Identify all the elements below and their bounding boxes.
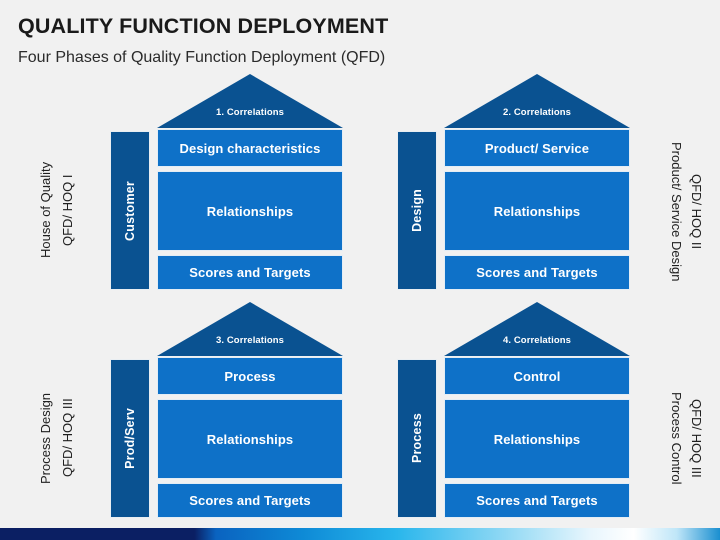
phase-label-psd-line1: Product/ Service Design [669,141,684,282]
phase-label-product-service-design: Product/ Service Design [668,124,684,299]
house-4-block-top[interactable]: Control [444,357,630,395]
roof-triangle-icon [444,302,630,356]
house-1-sidebar[interactable]: Customer [110,131,150,290]
phase-label-house-of-quality-sub: QFD/ HOQ I [60,130,76,290]
house-2-sidebar-label: Design [410,189,424,232]
slide-canvas: QUALITY FUNCTION DEPLOYMENT Four Phases … [0,0,720,540]
house-4-roof: 4. Correlations [444,302,630,356]
page-subtitle: Four Phases of Quality Function Deployme… [18,49,386,66]
house-1-block-bottom[interactable]: Scores and Targets [157,255,343,290]
phase-label-hoq-line2: QFD/ HOQ I [60,174,75,246]
house-3-sidebar-label: Prod/Serv [123,408,137,469]
house-2-sidebar[interactable]: Design [397,131,437,290]
house-1-block-top[interactable]: Design characteristics [157,129,343,167]
house-1-block-top-label: Design characteristics [179,140,321,156]
house-4-block-top-label: Control [513,368,561,384]
house-2-block-top-label: Product/ Service [484,140,590,156]
house-4-block-bottom[interactable]: Scores and Targets [444,483,630,518]
house-2-block-bottom-label: Scores and Targets [476,265,598,280]
roof-triangle-icon [157,74,343,128]
phase-label-process-design-sub: QFD/ HOQ III [60,358,76,518]
house-2-roof: 2. Correlations [444,74,630,128]
phase-label-process-control-sub: QFD/ HOQ III [688,358,704,518]
phase-label-hoq-line1: House of Quality [38,161,53,259]
house-3-block-middle[interactable]: Relationships [157,399,343,479]
phase-label-house-of-quality: House of Quality [38,130,54,290]
phase-label-pd-line2: QFD/ HOQ III [60,398,75,478]
house-2-block-middle-label: Relationships [493,203,581,219]
house-2-block-top[interactable]: Product/ Service [444,129,630,167]
house-3-sidebar[interactable]: Prod/Serv [110,359,150,518]
house-2-block-middle[interactable]: Relationships [444,171,630,251]
house-3-block-top-label: Process [224,368,276,384]
page-title: QUALITY FUNCTION DEPLOYMENT [18,14,389,38]
house-3-block-middle-label: Relationships [206,431,294,447]
phase-label-process-design: Process Design [38,358,54,518]
house-1-sidebar-label: Customer [123,180,137,241]
phase-label-pc-line2: QFD/ HOQ III [689,398,704,478]
phase-label-process-control: Process Control [668,358,684,518]
house-1-block-middle-label: Relationships [206,203,294,219]
house-3-block-bottom[interactable]: Scores and Targets [157,483,343,518]
house-4-block-middle-label: Relationships [493,431,581,447]
house-4-sidebar-label: Process [410,413,424,464]
footer-gradient-bar [0,528,720,540]
phase-label-pd-line1: Process Design [38,392,53,484]
house-4-sidebar[interactable]: Process [397,359,437,518]
roof-triangle-icon [157,302,343,356]
house-4-block-bottom-label: Scores and Targets [476,493,598,508]
house-3-block-bottom-label: Scores and Targets [189,493,311,508]
phase-label-pc-line1: Process Control [669,391,684,485]
house-4-block-middle[interactable]: Relationships [444,399,630,479]
house-3-block-top[interactable]: Process [157,357,343,395]
house-3-roof: 3. Correlations [157,302,343,356]
phase-label-psd-line2: QFD/ HOQ II [689,173,704,250]
roof-triangle-icon [444,74,630,128]
house-1-block-middle[interactable]: Relationships [157,171,343,251]
house-1-block-bottom-label: Scores and Targets [189,265,311,280]
house-1-roof: 1. Correlations [157,74,343,128]
phase-label-product-service-design-sub: QFD/ HOQ II [688,124,704,299]
house-2-block-bottom[interactable]: Scores and Targets [444,255,630,290]
